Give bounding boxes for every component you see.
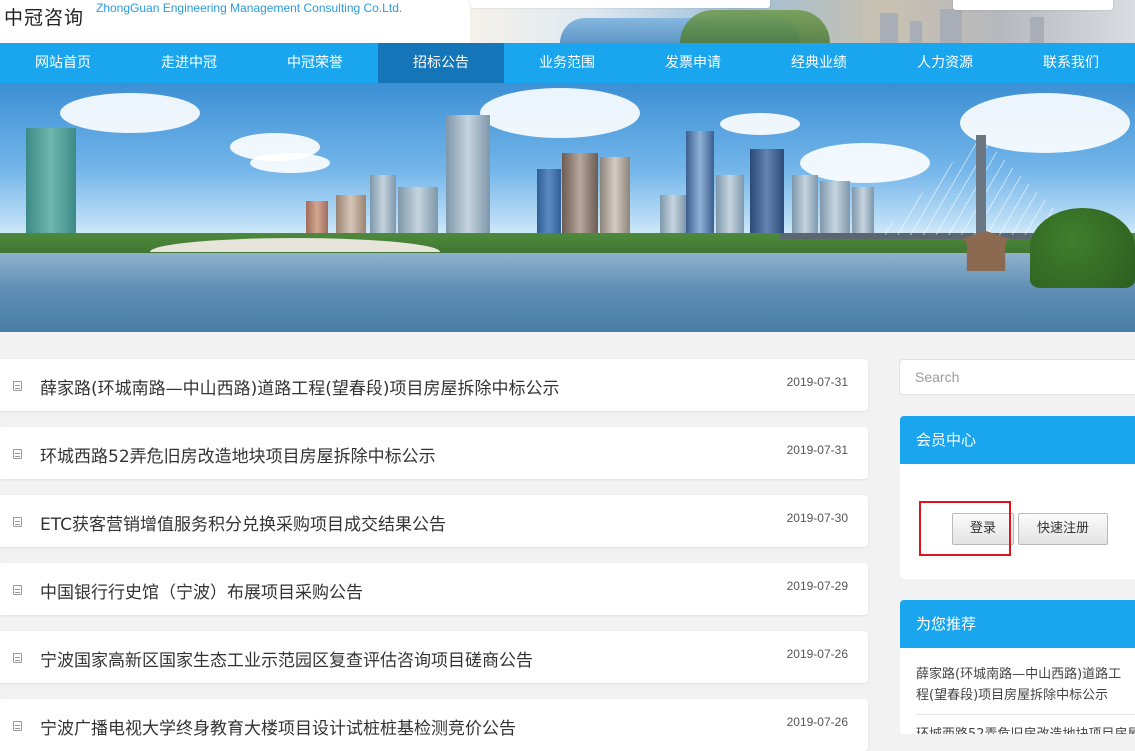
site-logo-english: ZhongGuan Engineering Management Consult…	[96, 1, 403, 15]
article-date: 2019-07-26	[786, 647, 848, 661]
site-logo[interactable]: 中冠咨询	[4, 3, 84, 30]
divider	[916, 714, 1135, 715]
tree-cluster	[1030, 208, 1135, 288]
list-item[interactable]: 中国银行行史馆（宁波）布展项目采购公告 2019-07-29	[0, 563, 868, 615]
document-icon	[13, 653, 22, 663]
header-search-field[interactable]	[470, 0, 770, 8]
member-center-panel: 会员中心 登录 快速注册	[900, 416, 1135, 579]
nav-business-scope[interactable]: 业务范围	[504, 43, 630, 83]
article-title[interactable]: 中国银行行史馆（宁波）布展项目采购公告	[40, 578, 363, 603]
river-pavilion	[962, 231, 1010, 271]
member-center-title: 会员中心	[900, 416, 1135, 464]
bridge-pylon	[976, 135, 986, 235]
article-date: 2019-07-30	[786, 511, 848, 525]
document-icon	[13, 517, 22, 527]
nav-human-resources[interactable]: 人力资源	[882, 43, 1008, 83]
article-title[interactable]: 薛家路(环城南路—中山西路)道路工程(望春段)项目房屋拆除中标公示	[40, 374, 560, 399]
nav-home[interactable]: 网站首页	[0, 43, 126, 83]
nav-about[interactable]: 走进中冠	[126, 43, 252, 83]
document-icon	[13, 585, 22, 595]
city-banner-image	[0, 83, 1135, 332]
main-nav: 网站首页 走进中冠 中冠荣誉 招标公告 业务范围 发票申请 经典业绩 人力资源 …	[0, 43, 1135, 83]
list-item[interactable]: 宁波广播电视大学终身教育大楼项目设计试桩桩基检测竞价公告 2019-07-26	[0, 699, 868, 751]
nav-tender-notices[interactable]: 招标公告	[378, 43, 504, 83]
list-item[interactable]: 宁波国家高新区国家生态工业示范园区复查评估咨询项目磋商公告 2019-07-26	[0, 631, 868, 683]
list-item[interactable]: 薛家路(环城南路—中山西路)道路工程(望春段)项目房屋拆除中标公示 2019-0…	[0, 359, 868, 411]
header-search-field-2[interactable]	[953, 0, 1113, 10]
recommend-link[interactable]: 环城西路52弄危旧房改造地块项目房屋拆除中标公示	[916, 724, 1135, 734]
article-title[interactable]: ETC获客营销增值服务积分兑换采购项目成交结果公告	[40, 510, 446, 535]
article-title[interactable]: 宁波广播电视大学终身教育大楼项目设计试桩桩基检测竞价公告	[40, 714, 516, 739]
login-button[interactable]: 登录	[952, 513, 1014, 545]
article-date: 2019-07-31	[786, 443, 848, 457]
recommend-link[interactable]: 薛家路(环城南路—中山西路)道路工程(望春段)项目房屋拆除中标公示	[916, 664, 1134, 706]
nav-classic-projects[interactable]: 经典业绩	[756, 43, 882, 83]
article-title[interactable]: 宁波国家高新区国家生态工业示范园区复查评估咨询项目磋商公告	[40, 646, 533, 671]
document-icon	[13, 449, 22, 459]
nav-contact[interactable]: 联系我们	[1008, 43, 1134, 83]
sidebar-search-input[interactable]	[899, 359, 1135, 395]
nav-invoice-request[interactable]: 发票申请	[630, 43, 756, 83]
article-date: 2019-07-29	[786, 579, 848, 593]
document-icon	[13, 381, 22, 391]
document-icon	[13, 721, 22, 731]
article-date: 2019-07-26	[786, 715, 848, 729]
article-title[interactable]: 环城西路52弄危旧房改造地块项目房屋拆除中标公示	[40, 442, 436, 467]
recommend-title: 为您推荐	[900, 600, 1135, 648]
nav-honors[interactable]: 中冠荣誉	[252, 43, 378, 83]
list-item[interactable]: 环城西路52弄危旧房改造地块项目房屋拆除中标公示 2019-07-31	[0, 427, 868, 479]
list-item[interactable]: ETC获客营销增值服务积分兑换采购项目成交结果公告 2019-07-30	[0, 495, 868, 547]
river-water	[0, 253, 1135, 332]
article-date: 2019-07-31	[786, 375, 848, 389]
quick-register-button[interactable]: 快速注册	[1018, 513, 1108, 545]
site-header: 中冠咨询 ZhongGuan Engineering Management Co…	[0, 0, 1135, 43]
recommend-panel: 为您推荐 薛家路(环城南路—中山西路)道路工程(望春段)项目房屋拆除中标公示 环…	[900, 600, 1135, 734]
